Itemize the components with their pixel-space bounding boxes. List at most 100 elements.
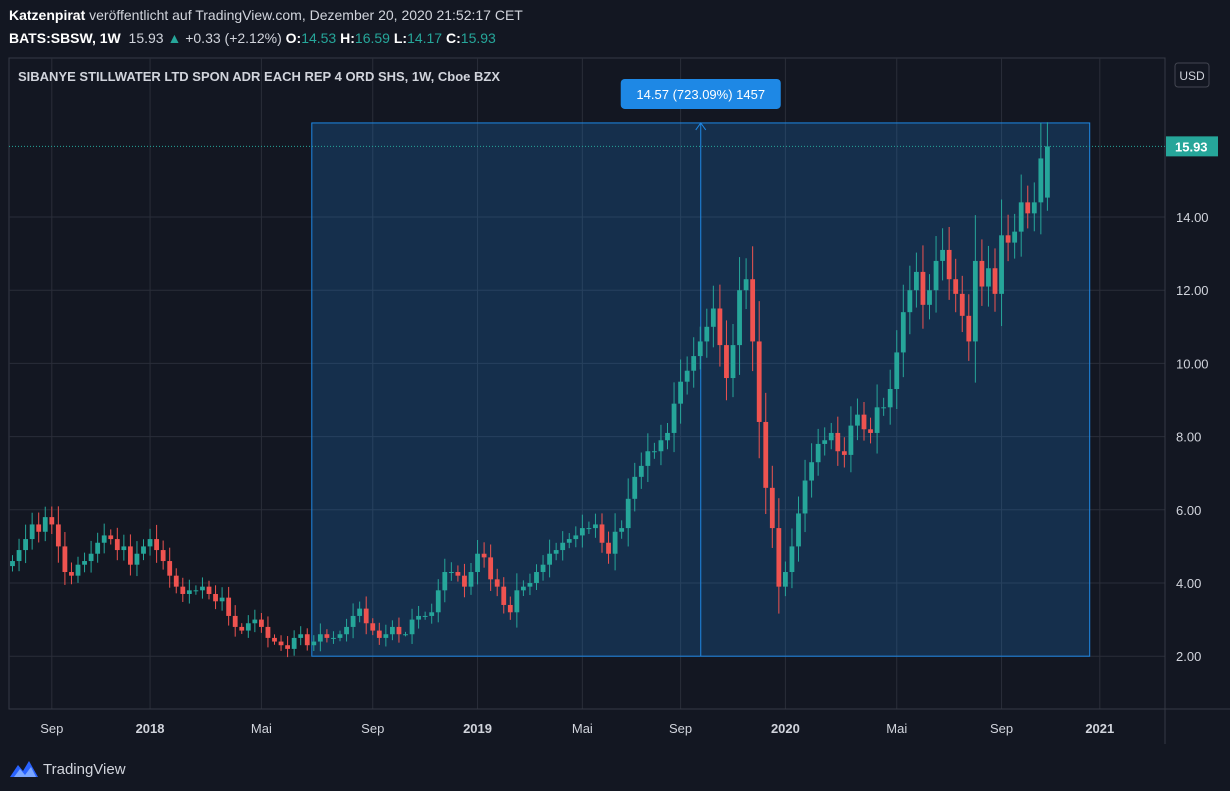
candle-body xyxy=(291,637,297,649)
tradingview-logo-icon[interactable] xyxy=(9,759,39,779)
candle-body xyxy=(560,542,566,551)
candle-body xyxy=(16,550,22,562)
candle-body xyxy=(789,546,795,573)
candle-body xyxy=(396,626,402,635)
candle-body xyxy=(841,451,847,455)
candle-body xyxy=(717,308,723,346)
candle-body xyxy=(521,586,526,591)
candle-body xyxy=(638,465,644,477)
candle-body xyxy=(167,561,173,576)
candle-body xyxy=(422,615,428,617)
candle-body xyxy=(245,623,251,631)
candle-body xyxy=(914,271,919,291)
candle-body xyxy=(350,615,356,627)
candle-body xyxy=(128,546,133,565)
candle-body xyxy=(147,539,153,547)
y-tick-label: 10.00 xyxy=(1176,356,1209,371)
candle-body xyxy=(645,451,651,466)
candle-body xyxy=(665,432,670,441)
candle-body xyxy=(259,619,264,627)
candle-body xyxy=(606,542,611,554)
candle-body xyxy=(514,590,520,613)
candle-body xyxy=(828,432,834,441)
x-tick-label: Mai xyxy=(886,721,907,736)
candle-body xyxy=(573,535,579,540)
candle-body xyxy=(652,451,657,453)
candle-body xyxy=(946,249,952,280)
candle-body xyxy=(730,345,736,379)
last-price-badge-label: 15.93 xyxy=(1175,139,1208,154)
candle-body xyxy=(134,553,140,565)
candle-body xyxy=(285,645,290,649)
candle-body xyxy=(881,407,887,409)
footer: TradingView xyxy=(9,758,126,780)
candle-body xyxy=(101,535,107,543)
candle-body xyxy=(697,341,703,357)
candle-body xyxy=(612,531,618,554)
candle-body xyxy=(180,586,186,594)
candle-body xyxy=(691,356,697,371)
candle-body xyxy=(442,572,448,591)
candle-body xyxy=(429,612,435,616)
price-axis[interactable]: 2.00 4.00 6.00 8.00 10.00 12.00 14.00 xyxy=(1176,210,1209,664)
x-tick-label: Mai xyxy=(572,721,593,736)
candle-body xyxy=(448,572,454,574)
candle-body xyxy=(213,593,218,602)
candle-body xyxy=(992,268,998,294)
candle-body xyxy=(154,539,159,551)
candle-body xyxy=(363,608,369,624)
chart-canvas[interactable]: 14.57 (723.09%) 1457 SIBANYE STILLWATER … xyxy=(0,0,1230,791)
candle-body xyxy=(317,634,323,642)
time-axis[interactable]: Sep 2018 Mai Sep 2019 Mai Sep 2020 Mai Sep 2021 xyxy=(40,721,1114,736)
candle-body xyxy=(173,575,179,587)
candle-body xyxy=(619,528,625,532)
candle-body xyxy=(743,279,749,291)
candle-body xyxy=(724,345,729,379)
candle-body xyxy=(894,352,900,390)
candle-body xyxy=(462,575,467,587)
candle-body xyxy=(311,641,317,646)
candle-body xyxy=(376,630,382,638)
candle-body xyxy=(710,308,716,327)
candle-body xyxy=(802,480,808,514)
candle-body xyxy=(855,414,860,426)
y-tick-label: 14.00 xyxy=(1176,210,1209,225)
candle-body xyxy=(900,312,906,353)
candle-body xyxy=(278,641,284,646)
candle-body xyxy=(416,615,421,620)
currency-button[interactable]: USD xyxy=(1174,62,1210,88)
candle-body xyxy=(298,634,304,638)
candle-body xyxy=(49,517,55,525)
candle-body xyxy=(501,586,507,605)
candle-body xyxy=(593,524,598,529)
candle-body xyxy=(409,619,415,635)
candle-body xyxy=(357,608,363,616)
candle-body xyxy=(435,590,441,613)
candle-body xyxy=(272,637,277,642)
candle-body xyxy=(1038,158,1044,203)
candle-body xyxy=(809,462,814,481)
candle-body xyxy=(186,590,192,594)
candle-body xyxy=(953,279,959,294)
candle-body xyxy=(108,535,114,540)
candle-body xyxy=(10,561,15,567)
candle-body xyxy=(566,539,572,543)
candle-body xyxy=(527,583,533,587)
candle-body xyxy=(62,546,68,573)
candle-body xyxy=(75,564,81,576)
candle-body xyxy=(1018,202,1024,232)
measure-label: 14.57 (723.09%) 1457 xyxy=(636,87,765,102)
candle-body xyxy=(344,626,349,635)
candle-body xyxy=(972,260,978,342)
x-tick-label: Sep xyxy=(361,721,384,736)
candle-body xyxy=(625,498,631,529)
candle-body xyxy=(835,432,841,452)
candle-body xyxy=(678,381,683,404)
candle-body xyxy=(114,539,120,551)
candle-body xyxy=(671,403,677,433)
candle-body xyxy=(23,539,28,551)
candle-body xyxy=(29,524,35,540)
candle-body xyxy=(160,550,166,562)
footer-brand[interactable]: TradingView xyxy=(43,761,126,778)
candle-body xyxy=(874,407,880,433)
